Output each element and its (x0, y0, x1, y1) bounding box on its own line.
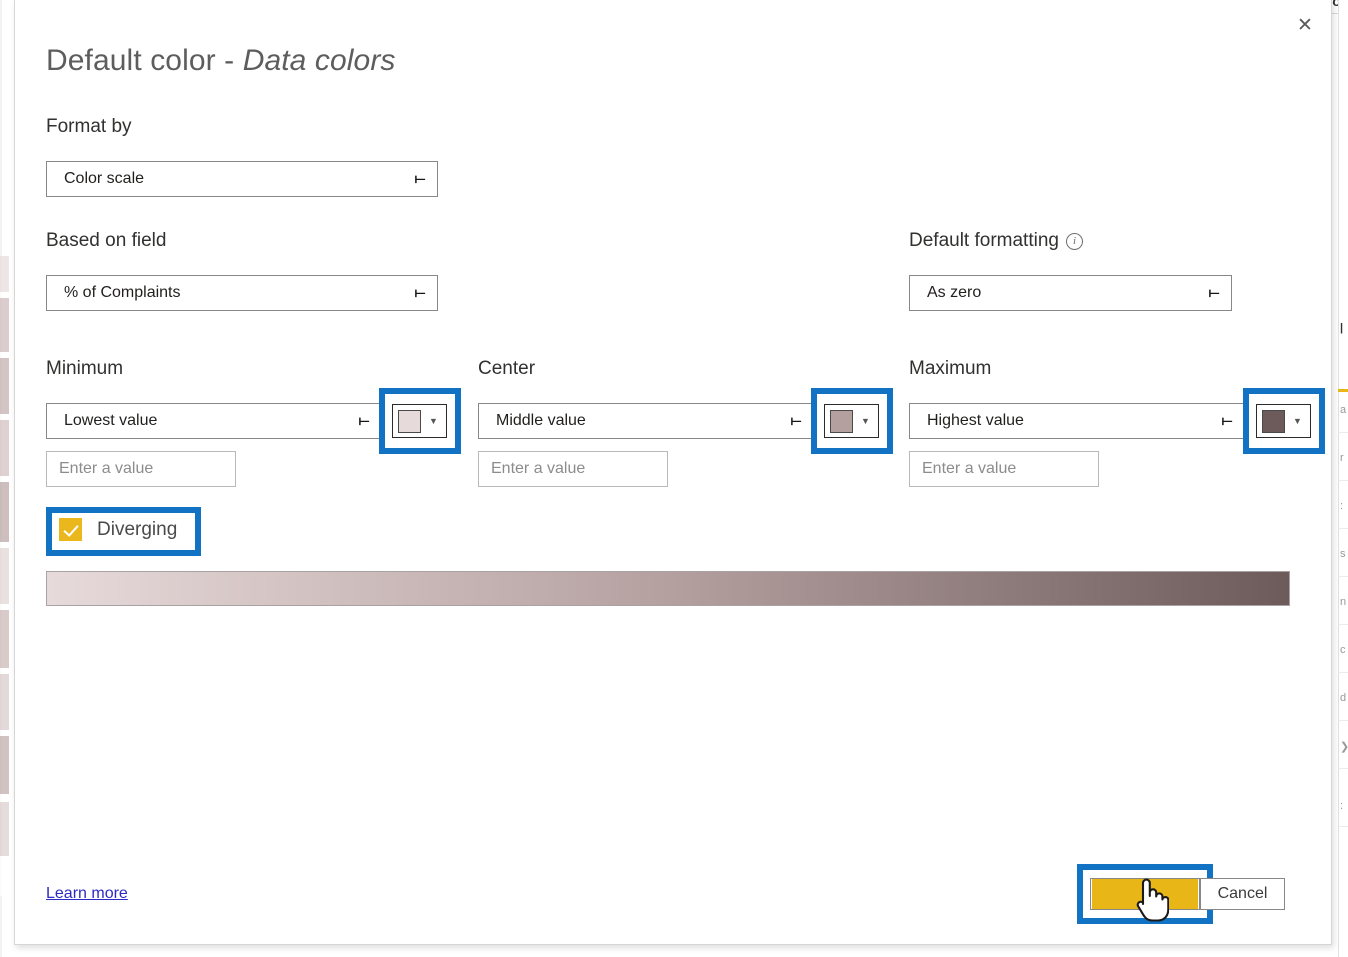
maximum-color-picker[interactable]: ▼ (1256, 404, 1311, 438)
center-label: Center (478, 358, 536, 379)
diverging-label: Diverging (97, 518, 178, 540)
chevron-down-small-icon: ▼ (429, 416, 438, 426)
dialog-title: Default color - Data colors (46, 44, 396, 78)
format-by-label: Format by (46, 116, 132, 137)
minimum-label: Minimum (46, 358, 124, 379)
screen-root: ⌄ Filters ☗ › Visualizations ❮ | a r : s… (0, 0, 1348, 957)
visualizations-panel-sliver: | a r : s n c d ❯ : (1338, 0, 1348, 957)
learn-more-link[interactable]: Learn more (46, 885, 128, 903)
default-color-dialog: ✕ Default color - Data colors Format by … (14, 0, 1332, 945)
checkmark-icon (59, 518, 82, 541)
maximum-value-input[interactable]: Enter a value (909, 451, 1099, 487)
diverging-checkbox[interactable]: Diverging (59, 518, 177, 541)
based-on-field-select[interactable]: % of Complaints ⟝ (46, 275, 438, 311)
center-select[interactable]: Middle value ⟝ (478, 403, 814, 439)
dialog-title-main: Default color - (46, 44, 243, 77)
ok-button-highlight (1092, 879, 1198, 909)
color-scale-preview (46, 571, 1290, 606)
chevron-down-icon: ⟝ (790, 413, 802, 428)
center-select-value: Middle value (496, 412, 586, 429)
default-formatting-label-text: Default formatting (909, 230, 1059, 251)
default-formatting-value: As zero (927, 284, 982, 301)
maximum-select-value: Highest value (927, 412, 1024, 429)
format-by-select[interactable]: Color scale ⟝ (46, 161, 438, 197)
chevron-down-small-icon: ▼ (861, 416, 870, 426)
close-icon[interactable]: ✕ (1285, 8, 1325, 42)
info-icon[interactable]: i (1065, 233, 1083, 250)
based-on-field-label: Based on field (46, 230, 167, 251)
background-table-sliver (0, 256, 9, 896)
panel-accent-bar (1338, 389, 1348, 392)
maximum-color-swatch (1262, 409, 1285, 433)
minimum-color-picker[interactable]: ▼ (392, 404, 447, 438)
format-by-value: Color scale (64, 170, 145, 187)
center-value-input[interactable]: Enter a value (478, 451, 668, 487)
minimum-select-value: Lowest value (64, 412, 158, 429)
cancel-button[interactable]: Cancel (1200, 878, 1285, 910)
maximum-select[interactable]: Highest value ⟝ (909, 403, 1245, 439)
minimum-value-input[interactable]: Enter a value (46, 451, 236, 487)
center-color-swatch (830, 409, 853, 433)
chevron-down-small-icon: ▼ (1293, 416, 1302, 426)
center-color-picker[interactable]: ▼ (824, 404, 879, 438)
dialog-title-emphasis: Data colors (242, 44, 396, 77)
minimum-select[interactable]: Lowest value ⟝ (46, 403, 382, 439)
chevron-down-icon: ⟝ (1208, 285, 1220, 300)
chevron-down-icon: ⟝ (414, 171, 426, 186)
chevron-down-icon: ⟝ (414, 285, 426, 300)
default-formatting-label: Default formatting i (909, 230, 1083, 252)
minimum-color-swatch (398, 409, 421, 433)
chevron-down-icon: ⟝ (1221, 413, 1233, 428)
chevron-down-icon: ⟝ (358, 413, 370, 428)
default-formatting-select[interactable]: As zero ⟝ (909, 275, 1232, 311)
maximum-label: Maximum (909, 358, 992, 379)
based-on-field-value: % of Complaints (64, 284, 181, 301)
